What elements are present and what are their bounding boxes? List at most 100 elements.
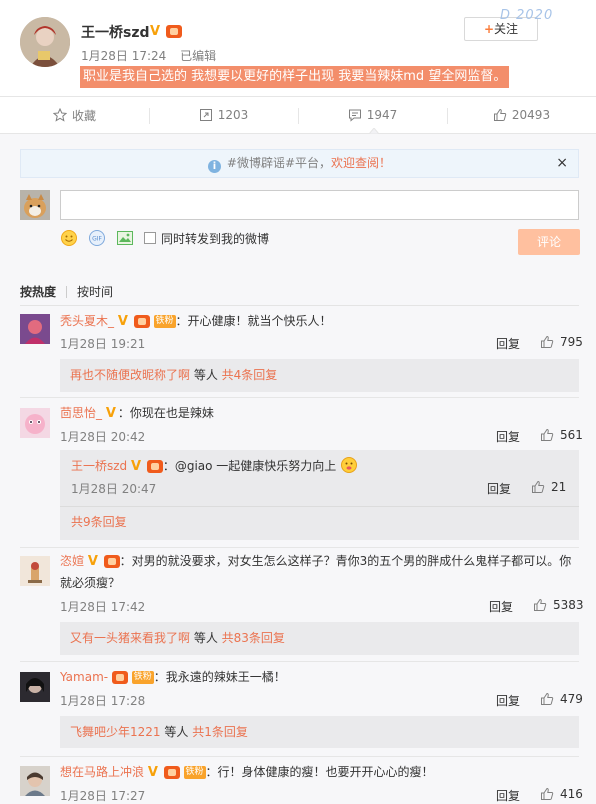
comment-text: ：对男的就没要求，对女生怎么这样子？青你3的五个男的胖成什么鬼样子都可以。你就必…	[60, 554, 572, 590]
level-badge-icon	[111, 671, 128, 684]
comment-line: 茴思怡_ V ：你现在也是辣妹	[60, 404, 214, 422]
comment-like-count: 5383	[553, 598, 584, 612]
commenter-name[interactable]: 秃头夏木_	[60, 314, 114, 328]
nested-reply-line: 王一桥szd V ：@giao 一起健康快乐努力向上	[71, 456, 358, 475]
reply-button[interactable]: 回复	[496, 787, 520, 804]
repost-button[interactable]: 1203	[149, 97, 298, 133]
reply-summary[interactable]: 又有一头猪来看我了啊 等人 共83条回复	[60, 622, 579, 655]
like-button[interactable]: 20493	[447, 97, 596, 133]
comment-like-count: 795	[560, 335, 583, 349]
reply-count-link[interactable]: 共4条回复	[222, 368, 278, 382]
nested-divider	[60, 506, 579, 507]
comment-divider	[20, 547, 579, 548]
reply-count-link[interactable]: 共9条回复	[71, 513, 127, 530]
commenter-name[interactable]: 想在马路上冲浪	[60, 765, 144, 779]
commenter-avatar[interactable]	[20, 556, 50, 586]
level-badge-icon	[146, 460, 163, 473]
comment-like-count: 561	[560, 428, 583, 442]
follow-label: 关注	[494, 22, 519, 36]
notice-link[interactable]: 欢迎查阅！	[331, 156, 391, 170]
reply-user-link[interactable]: 又有一头猪来看我了啊	[70, 631, 190, 645]
post-meta: 1月28日 17:24 已编辑	[81, 47, 226, 64]
post-header: 王一桥szd V 1月28日 17:24 已编辑 职业是我自己选的 我想要以更好…	[0, 0, 596, 96]
svg-text:GIF: GIF	[92, 236, 102, 243]
reply-summary[interactable]: 飞舞吧少年1221 等人 共1条回复	[60, 716, 579, 748]
post-time[interactable]: 1月28日 17:24	[81, 49, 166, 63]
reply-button[interactable]: 回复	[496, 428, 520, 445]
edited-label[interactable]: 已编辑	[180, 49, 216, 63]
verified-icon: V	[117, 313, 128, 329]
nested-reply-text: ：@giao 一起健康快乐努力向上	[162, 459, 337, 473]
emoji-icon	[341, 457, 358, 473]
sort-by-hot-tab[interactable]: 按热度	[20, 283, 56, 300]
comment-time: 1月28日 17:27	[60, 789, 146, 803]
repost-checkbox-group[interactable]: 同时转发到我的微博	[144, 230, 269, 247]
plus-icon: +	[483, 22, 495, 36]
image-icon[interactable]	[116, 229, 134, 247]
thumbs-up-icon	[532, 480, 545, 493]
comment-text: ：你现在也是辣妹	[117, 406, 214, 420]
verified-icon: V	[105, 405, 116, 421]
repost-checkbox[interactable]	[144, 232, 156, 244]
commenter-name[interactable]: Yamam-	[60, 670, 108, 684]
reply-user-link[interactable]: 再也不随便改昵称了啊	[70, 368, 190, 382]
comment-divider	[20, 397, 579, 398]
commenter-name[interactable]: 茴思怡_	[60, 406, 102, 420]
nested-like-count: 21	[551, 480, 567, 494]
gif-icon[interactable]: GIF	[88, 229, 106, 247]
comment-like-count: 479	[560, 692, 583, 706]
reply-summary[interactable]: 再也不随便改昵称了啊 等人 共4条回复	[60, 359, 579, 392]
repost-checkbox-label: 同时转发到我的微博	[161, 231, 270, 246]
nested-reply-author[interactable]: 王一桥szd	[71, 459, 127, 473]
comment-like-button[interactable]: 479	[540, 692, 583, 706]
comment-like-button[interactable]: 416	[540, 787, 583, 801]
comment-like-button[interactable]: 561	[540, 428, 583, 442]
verified-icon: V	[150, 23, 161, 39]
thumbs-up-icon	[534, 598, 547, 611]
close-icon[interactable]: ×	[556, 150, 568, 177]
comment-text: ：我永遠的辣妹王一橘！	[153, 670, 286, 684]
reply-user-link[interactable]: 飞舞吧少年1221	[70, 725, 161, 739]
comment-icon	[348, 109, 361, 122]
commenter-avatar[interactable]	[20, 766, 50, 796]
verified-icon: V	[147, 764, 158, 780]
commenter-name[interactable]: 恣媗	[60, 554, 84, 568]
emoji-icon[interactable]	[60, 229, 78, 247]
thumbs-up-icon	[541, 428, 554, 441]
reply-button[interactable]: 回复	[496, 692, 520, 709]
author-avatar[interactable]	[20, 17, 70, 67]
reply-button[interactable]: 回复	[496, 335, 520, 352]
comment-count: 1947	[366, 108, 398, 122]
nested-like-button[interactable]: 21	[531, 480, 566, 494]
level-badge-icon	[163, 766, 180, 779]
watermark: D 2020	[500, 8, 554, 23]
reply-count-link[interactable]: 共83条回复	[222, 631, 285, 645]
sort-by-time-tab[interactable]: 按时间	[77, 283, 113, 300]
sort-bar: 按热度 按时间	[20, 283, 113, 300]
reply-summary-mid: 等人	[190, 631, 222, 645]
verified-icon: V	[131, 458, 142, 474]
nested-reply-button[interactable]: 回复	[487, 480, 511, 497]
post-action-bar: 收藏 1203 1947 20493	[0, 96, 596, 134]
nested-reply-time: 1月28日 20:47	[71, 482, 157, 496]
post-text: 职业是我自己选的 我想要以更好的样子出现 我要当辣妹md 望全网监督。	[80, 66, 510, 88]
comment-like-button[interactable]: 5383	[533, 598, 584, 612]
commenter-avatar[interactable]	[20, 408, 50, 438]
comment-like-button[interactable]: 795	[540, 335, 583, 349]
reply-button[interactable]: 回复	[489, 598, 513, 615]
favorite-button[interactable]: 收藏	[0, 97, 149, 133]
comment-line: 恣媗 V ：对男的就没要求，对女生怎么这样子？青你3的五个男的胖成什么鬼样子都可…	[60, 550, 575, 594]
fan-badge: 铁粉	[183, 766, 206, 779]
comment-like-count: 416	[560, 787, 583, 801]
reply-count-link[interactable]: 共1条回复	[192, 725, 248, 739]
author-name[interactable]: 王一桥szd	[81, 22, 150, 42]
reply-summary-mid: 等人	[160, 725, 193, 739]
comment-input[interactable]	[60, 190, 579, 220]
current-user-avatar[interactable]	[20, 190, 50, 220]
comment-line: 秃头夏木_ V 铁粉 ：开心健康！就当个快乐人！	[60, 312, 332, 330]
commenter-avatar[interactable]	[20, 314, 50, 344]
composer-tools: GIF 同时转发到我的微博	[60, 228, 269, 248]
commenter-avatar[interactable]	[20, 672, 50, 702]
fan-badge: 铁粉	[153, 315, 176, 328]
submit-comment-button[interactable]: 评论	[518, 229, 580, 255]
